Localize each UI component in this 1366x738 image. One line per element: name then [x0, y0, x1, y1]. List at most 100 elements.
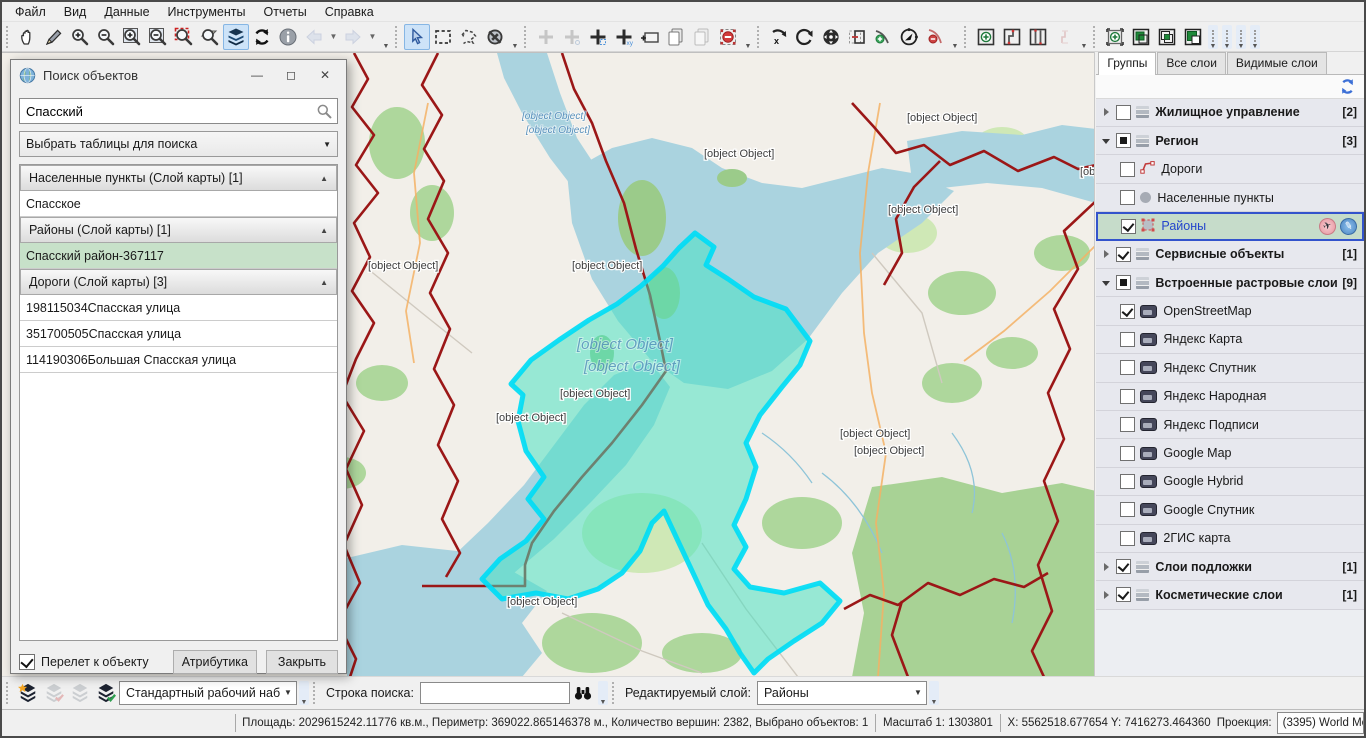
- layer-checkbox[interactable]: [1116, 559, 1131, 574]
- combine-subtract-icon[interactable]: [1180, 24, 1206, 50]
- tables-dropdown[interactable]: Выбрать таблицы для поиска ▼: [19, 131, 338, 157]
- tab-groups[interactable]: Группы: [1098, 52, 1156, 75]
- clear-selection-icon[interactable]: [482, 24, 508, 50]
- combine-union-icon[interactable]: [1128, 24, 1154, 50]
- layer-row[interactable]: Яндекс Карта: [1096, 326, 1364, 354]
- projection-combobox[interactable]: (3395) World Mercator W: [1277, 712, 1364, 734]
- arc-remove-icon[interactable]: [922, 24, 948, 50]
- tab-all-layers[interactable]: Все слои: [1157, 52, 1226, 74]
- frame-bracket-icon[interactable]: [999, 24, 1025, 50]
- layer-checkbox[interactable]: [1116, 105, 1131, 120]
- object-info-icon[interactable]: [275, 24, 301, 50]
- expander-icon[interactable]: [1100, 560, 1114, 574]
- rotate-icon[interactable]: [792, 24, 818, 50]
- expander-icon[interactable]: [1100, 134, 1114, 148]
- measure-icon[interactable]: [41, 24, 67, 50]
- result-group-header[interactable]: Дороги (Слой карты) [3]▲: [20, 269, 337, 295]
- menu-help[interactable]: Справка: [316, 3, 383, 21]
- refresh-icon[interactable]: [249, 24, 275, 50]
- tab-visible-layers[interactable]: Видимые слои: [1227, 52, 1327, 74]
- layer-checkbox[interactable]: [1120, 190, 1135, 205]
- layer-row[interactable]: Google Map: [1096, 439, 1364, 467]
- menu-file[interactable]: Файл: [6, 3, 55, 21]
- flyto-checkbox[interactable]: [19, 654, 35, 670]
- expander-icon[interactable]: [1100, 276, 1114, 290]
- toolbar-grip[interactable]: [395, 26, 401, 48]
- combine-intersect-icon[interactable]: [1154, 24, 1180, 50]
- add-point-icon[interactable]: [533, 24, 559, 50]
- quick-search-input[interactable]: [420, 682, 570, 704]
- add-rect-object-icon[interactable]: [637, 24, 663, 50]
- editable-layer-combobox[interactable]: Районы ▼: [757, 681, 927, 705]
- result-group-header[interactable]: Населенные пункты (Слой карты) [1]▲: [20, 165, 337, 191]
- menu-view[interactable]: Вид: [55, 3, 96, 21]
- edit-layer-icon[interactable]: ✎: [1339, 217, 1359, 237]
- toolbar-grip[interactable]: [612, 682, 618, 704]
- layer-row[interactable]: Населенные пункты: [1096, 184, 1364, 212]
- dialog-titlebar[interactable]: Поиск объектов — ◻ ✕: [11, 60, 346, 90]
- layer-row[interactable]: Google Hybrid: [1096, 468, 1364, 496]
- layer-group-row[interactable]: Встроенные растровые слои[9]: [1096, 269, 1364, 297]
- maximize-button[interactable]: ◻: [274, 63, 308, 87]
- workset-remove-icon[interactable]: [41, 680, 67, 706]
- resize-object-icon[interactable]: [844, 24, 870, 50]
- toolbar-overflow[interactable]: ▼: [1208, 25, 1218, 49]
- toolbar-overflow[interactable]: ▼: [950, 25, 960, 49]
- menu-reports[interactable]: Отчеты: [254, 3, 315, 21]
- menu-tools[interactable]: Инструменты: [159, 3, 255, 21]
- toolbar-grip[interactable]: [6, 682, 12, 704]
- nav-back-dropdown[interactable]: ▼: [327, 25, 340, 49]
- layer-row[interactable]: Дороги: [1096, 155, 1364, 183]
- layer-row[interactable]: 2ГИС карта: [1096, 525, 1364, 553]
- search-input[interactable]: [26, 104, 316, 119]
- select-rect-icon[interactable]: [430, 24, 456, 50]
- zoom-in-icon[interactable]: [67, 24, 93, 50]
- toolbar-overflow[interactable]: ▼: [598, 681, 608, 705]
- layer-checkbox[interactable]: [1120, 417, 1135, 432]
- move-object-icon[interactable]: [818, 24, 844, 50]
- workset-combobox[interactable]: Стандартный рабочий набор ▼: [119, 681, 297, 705]
- workset-apply-icon[interactable]: [93, 680, 119, 706]
- layer-group-row[interactable]: Косметические слои[1]: [1096, 581, 1364, 609]
- zoom-to-selected-icon[interactable]: [171, 24, 197, 50]
- toolbar-grip[interactable]: [313, 682, 319, 704]
- layers-visibility-icon[interactable]: [223, 24, 249, 50]
- add-vertex-xy-icon[interactable]: xy: [611, 24, 637, 50]
- toolbar-overflow[interactable]: ▼: [1222, 25, 1232, 49]
- delete-object-icon[interactable]: [715, 24, 741, 50]
- toolbar-grip[interactable]: [964, 26, 970, 48]
- layer-checkbox[interactable]: [1121, 219, 1136, 234]
- frame-parallel-icon[interactable]: [1025, 24, 1051, 50]
- fly-to-layer-icon[interactable]: ✈: [1317, 216, 1339, 238]
- layer-checkbox[interactable]: [1120, 474, 1135, 489]
- layer-row-selected[interactable]: Районы✈✎: [1096, 212, 1364, 240]
- nav-back-icon[interactable]: [301, 24, 327, 50]
- toolbar-grip[interactable]: [757, 26, 763, 48]
- result-group-header[interactable]: Районы (Слой карты) [1]▲: [20, 217, 337, 243]
- layer-checkbox[interactable]: [1116, 247, 1131, 262]
- layer-checkbox[interactable]: [1120, 446, 1135, 461]
- layer-checkbox[interactable]: [1116, 275, 1131, 290]
- result-item[interactable]: 198115034Спасская улица: [20, 295, 337, 321]
- nav-forward-dropdown[interactable]: ▼: [366, 25, 379, 49]
- copy-object-icon[interactable]: [663, 24, 689, 50]
- add-vertex-icon[interactable]: [585, 24, 611, 50]
- create-object-icon[interactable]: [1102, 24, 1128, 50]
- frame-add-icon[interactable]: [973, 24, 999, 50]
- layer-checkbox[interactable]: [1120, 162, 1135, 177]
- layer-group-row[interactable]: Жилищное управление[2]: [1096, 99, 1364, 127]
- result-item[interactable]: Спасское: [20, 191, 337, 217]
- direction-icon[interactable]: [896, 24, 922, 50]
- panel-refresh-icon[interactable]: [1339, 78, 1356, 95]
- layer-checkbox[interactable]: [1116, 587, 1131, 602]
- layer-row[interactable]: Google Спутник: [1096, 496, 1364, 524]
- layer-checkbox[interactable]: [1116, 133, 1131, 148]
- workset-save-icon[interactable]: [67, 680, 93, 706]
- layer-group-row[interactable]: Регион[3]: [1096, 127, 1364, 155]
- toolbar-grip[interactable]: [1093, 26, 1099, 48]
- expander-icon[interactable]: [1100, 247, 1114, 261]
- toolbar-grip[interactable]: [6, 26, 12, 48]
- layer-row[interactable]: OpenStreetMap: [1096, 297, 1364, 325]
- toolbar-overflow[interactable]: ▼: [1250, 25, 1260, 49]
- search-icon[interactable]: [316, 103, 333, 120]
